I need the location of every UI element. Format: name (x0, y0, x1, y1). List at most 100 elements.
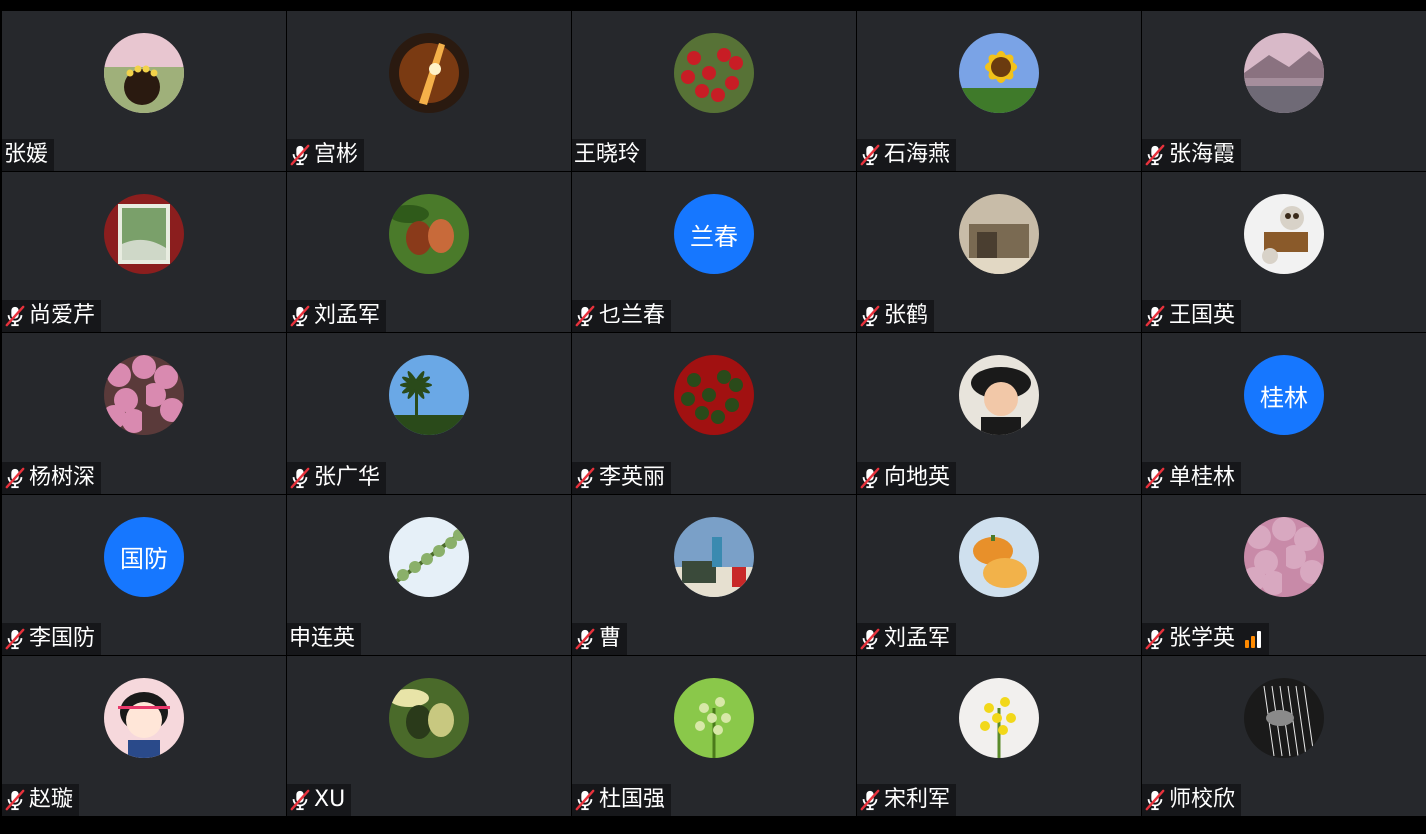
participant-tile[interactable]: 刘孟军 (857, 494, 1141, 655)
name-label: 尚爱芹 (2, 300, 102, 333)
participant-tile[interactable]: 赵璇 (2, 655, 286, 816)
avatar-initials: 国防 (104, 516, 184, 597)
participant-name: 宫彬 (314, 142, 359, 168)
participant-tile[interactable]: 张广华 (287, 333, 571, 494)
mic-muted-icon (4, 305, 29, 327)
participant-tile[interactable]: 向地英 (857, 333, 1141, 494)
name-label: 宋利军 (857, 783, 957, 816)
name-label: 曹 (572, 622, 628, 655)
red-roses-photo (674, 355, 754, 436)
mic-muted-icon (574, 467, 599, 489)
participant-tile[interactable]: 曹 (572, 494, 856, 655)
name-label: XU (287, 783, 352, 816)
participant-name: 单桂林 (1169, 464, 1236, 490)
framed-painting-photo (104, 194, 184, 275)
participant-tile[interactable]: 张媛 (2, 11, 286, 172)
smiling-girl-photo (959, 355, 1039, 436)
name-label: 李国防 (2, 622, 102, 655)
participant-name: 李英丽 (599, 464, 666, 490)
mic-muted-icon (4, 628, 29, 650)
dates-fruit-photo (389, 194, 469, 275)
mic-muted-icon (1144, 789, 1169, 811)
participant-name: 王国英 (1169, 303, 1236, 329)
mic-muted-icon (574, 305, 599, 327)
participant-name: 张媛 (4, 142, 49, 168)
mic-muted-icon (859, 467, 884, 489)
participant-tile[interactable]: 尚爱芹 (2, 172, 286, 333)
participant-tile[interactable]: 申连英 (287, 494, 571, 655)
participant-name: 张学英 (1169, 625, 1236, 651)
pumpkins-photo (959, 516, 1039, 597)
space-light-photo (389, 33, 469, 113)
participant-tile[interactable]: 王晓玲 (572, 11, 856, 172)
participant-name: 刘孟军 (314, 303, 381, 329)
participant-name: 申连英 (289, 625, 356, 651)
mic-muted-icon (859, 789, 884, 811)
participant-name: 曹 (599, 625, 622, 651)
mic-muted-icon (859, 628, 884, 650)
sunflower-photo (959, 33, 1039, 113)
name-label: 师校欣 (1142, 783, 1242, 816)
name-label: 杨树深 (2, 461, 102, 494)
participant-name: 宋利军 (884, 786, 951, 812)
name-label: 刘孟军 (287, 300, 387, 333)
mic-muted-icon (289, 467, 314, 489)
avatar-initials: 兰春 (674, 194, 754, 275)
name-label: 张海霞 (1142, 139, 1242, 172)
participant-name: 杨树深 (29, 464, 96, 490)
participant-name: 刘孟军 (884, 625, 951, 651)
participant-tile[interactable]: 兰春 乜兰春 (572, 172, 856, 333)
participant-tile[interactable]: 张学英 (1142, 494, 1426, 655)
participant-tile[interactable]: 杜国强 (572, 655, 856, 816)
tractor-person-photo (674, 516, 754, 597)
participant-name: 向地英 (884, 464, 951, 490)
participant-name: 张鹤 (884, 303, 929, 329)
name-label: 李英丽 (572, 461, 672, 494)
blossom-branch-photo (389, 516, 469, 597)
mic-muted-icon (1144, 305, 1169, 327)
participant-tile[interactable]: 杨树深 (2, 333, 286, 494)
pink-tree-lane-photo (1244, 516, 1324, 597)
mic-muted-icon (859, 144, 884, 166)
participant-tile[interactable]: XU (287, 655, 571, 816)
participant-name: 李国防 (29, 625, 96, 651)
mic-muted-icon (289, 144, 314, 166)
participant-tile[interactable]: 宋利军 (857, 655, 1141, 816)
mic-muted-icon (859, 305, 884, 327)
participant-tile[interactable]: 张海霞 (1142, 11, 1426, 172)
mic-muted-icon (1144, 144, 1169, 166)
cartoon-girl-photo (104, 677, 184, 758)
name-label: 张鹤 (857, 300, 935, 333)
avatar-initials-text: 兰春 (690, 222, 738, 251)
mic-muted-icon (1144, 467, 1169, 489)
participant-tile[interactable]: 李英丽 (572, 333, 856, 494)
participant-name: XU (314, 786, 346, 812)
participant-tile[interactable]: 国防 李国防 (2, 494, 286, 655)
avatar-initials-text: 桂林 (1260, 383, 1308, 412)
guzheng-hands-photo (1244, 677, 1324, 758)
participant-tile[interactable]: 石海燕 (857, 11, 1141, 172)
mic-muted-icon (4, 789, 29, 811)
mic-muted-icon (289, 305, 314, 327)
name-label: 宫彬 (287, 139, 365, 172)
participant-tile[interactable]: 宫彬 (287, 11, 571, 172)
signal-strength-icon (1235, 629, 1263, 649)
avatar-initials: 桂林 (1244, 355, 1324, 436)
name-label: 向地英 (857, 461, 957, 494)
participant-tile[interactable]: 王国英 (1142, 172, 1426, 333)
name-label: 单桂林 (1142, 461, 1242, 494)
participant-tile[interactable]: 桂林 单桂林 (1142, 333, 1426, 494)
name-label: 张广华 (287, 461, 387, 494)
mic-muted-icon (574, 789, 599, 811)
participant-tile[interactable]: 张鹤 (857, 172, 1141, 333)
red-berries-photo (674, 33, 754, 113)
participant-tile[interactable]: 师校欣 (1142, 655, 1426, 816)
name-label: 张学英 (1142, 622, 1270, 655)
participant-name: 石海燕 (884, 142, 951, 168)
yellow-flowers-photo (959, 677, 1039, 758)
avatar-initials-text: 国防 (120, 545, 168, 574)
participant-name: 师校欣 (1169, 786, 1236, 812)
participant-name: 杜国强 (599, 786, 666, 812)
lake-mountain-photo (1244, 33, 1324, 113)
participant-tile[interactable]: 刘孟军 (287, 172, 571, 333)
